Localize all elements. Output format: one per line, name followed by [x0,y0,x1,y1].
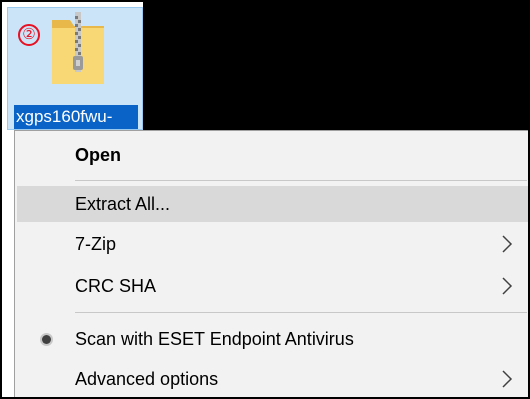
menu-item-label: 7-Zip [75,234,117,254]
menu-item-label: Extract All... [75,194,171,214]
screen: ② xgps160fwu- Open Extract All... 7-Zip … [0,0,530,399]
context-menu: Open Extract All... 7-Zip CRC SHA Scan w… [14,130,528,397]
menu-item-label: Advanced options [75,369,219,389]
menu-separator [75,312,527,313]
chevron-right-icon [502,370,513,388]
chevron-right-icon [502,235,513,253]
file-name-label[interactable]: xgps160fwu- [14,105,138,129]
zip-folder-icon [52,12,104,84]
menu-item-crc-sha[interactable]: CRC SHA [17,268,528,304]
menu-item-7zip[interactable]: 7-Zip [17,226,528,262]
menu-item-label: Scan with ESET Endpoint Antivirus [75,329,354,349]
menu-separator [75,180,527,181]
menu-item-open[interactable]: Open [17,137,528,173]
chevron-right-icon [502,277,513,295]
desktop-background [2,130,14,397]
eset-icon [42,335,51,344]
menu-item-label: Open [75,145,122,165]
background-window-area [143,2,528,130]
step-badge: ② [18,24,40,46]
menu-item-label: CRC SHA [75,276,157,296]
menu-item-extract-all[interactable]: Extract All... [17,186,528,222]
zip-file-item[interactable]: ② xgps160fwu- [7,7,143,130]
menu-item-eset-scan[interactable]: Scan with ESET Endpoint Antivirus [17,321,528,357]
menu-item-advanced-options[interactable]: Advanced options [17,361,528,397]
